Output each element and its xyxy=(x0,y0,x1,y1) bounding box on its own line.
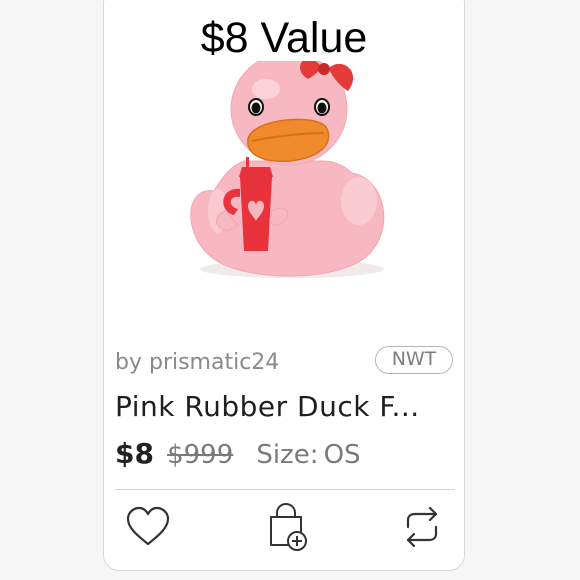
divider xyxy=(115,489,455,490)
condition-badge: NWT xyxy=(375,346,453,374)
listing-card[interactable]: $8 Value by prismatic24 NWT Pink Rubber … xyxy=(103,0,465,571)
bag-plus-icon xyxy=(270,502,307,551)
add-to-bundle-button[interactable] xyxy=(261,501,313,553)
image-overlay-text: $8 Value xyxy=(200,14,368,62)
pink-rubber-duck-image xyxy=(190,61,385,278)
repeat-arrows-icon xyxy=(406,506,438,548)
like-button[interactable] xyxy=(122,501,174,553)
listing-image[interactable]: $8 Value xyxy=(104,0,464,344)
size-value: OS xyxy=(323,440,361,470)
screenshot-stage: $8 Value by prismatic24 NWT Pink Rubber … xyxy=(0,0,580,580)
price: $8 xyxy=(115,437,154,470)
size-label: Size: xyxy=(256,440,319,470)
action-bar xyxy=(104,501,464,553)
listing-title[interactable]: Pink Rubber Duck F... xyxy=(115,390,455,423)
price-row: $8 $999 Size: OS xyxy=(115,437,455,473)
original-price: $999 xyxy=(167,440,234,470)
seller-name[interactable]: by prismatic24 xyxy=(115,350,279,375)
heart-icon xyxy=(126,506,170,546)
seller-row: by prismatic24 NWT xyxy=(115,346,453,380)
share-button[interactable] xyxy=(396,501,448,553)
